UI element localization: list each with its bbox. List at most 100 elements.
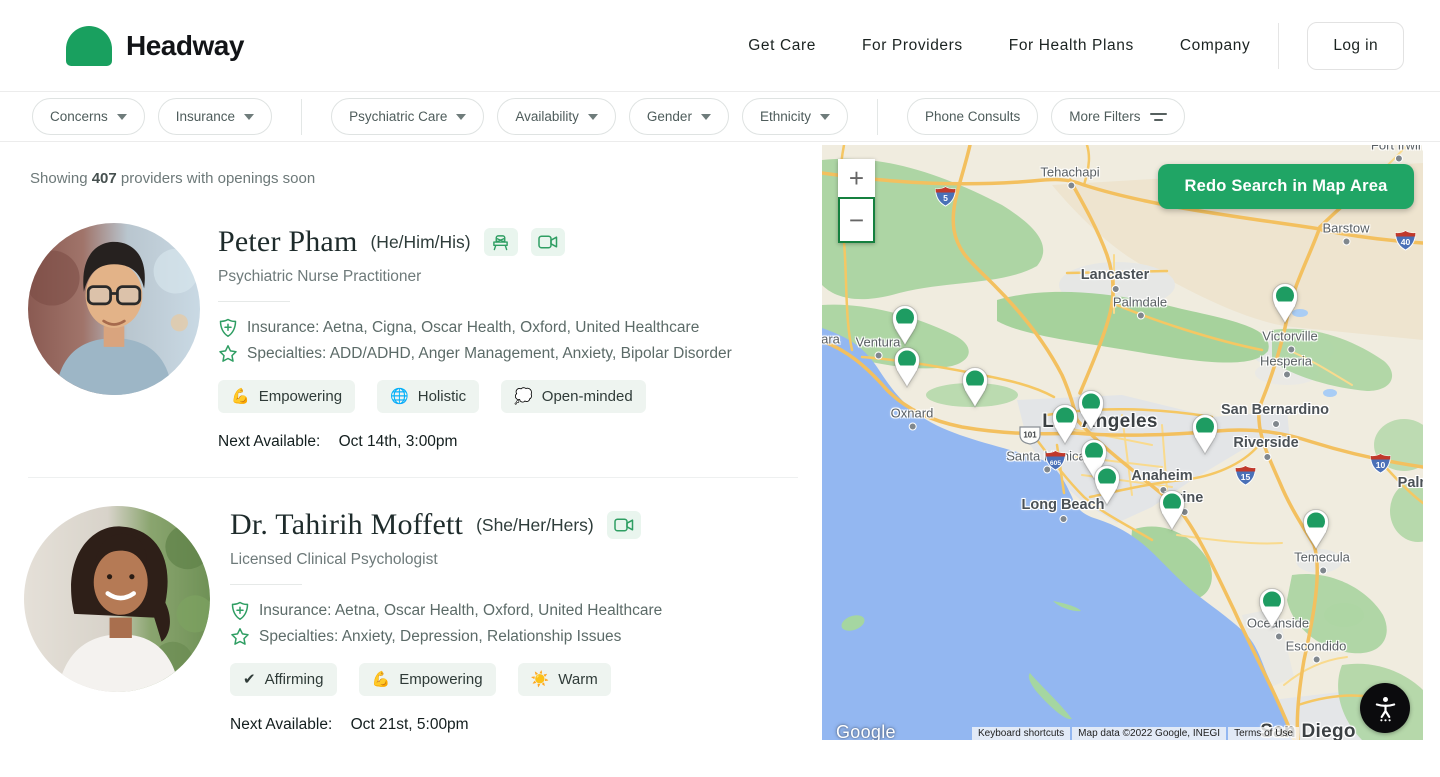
provider-avatar [24,506,210,692]
filter-label: Concerns [50,109,108,124]
svg-text:40: 40 [1401,237,1411,247]
filter-phone-consults[interactable]: Phone Consults [907,98,1038,135]
header-divider [1278,23,1279,69]
badge-label: Warm [558,671,597,688]
badge: 💪 Empowering [359,663,496,696]
map-label-escondido: Escondido [1286,639,1347,654]
map-pin[interactable] [890,345,924,394]
next-available-value: Oct 14th, 3:00pm [339,433,458,450]
insurance-list: Aetna, Oscar Health, Oxford, United Heal… [335,602,662,619]
map[interactable]: Fort IrwinTehachapiBarstowLancasterPalmd… [822,145,1423,740]
card-divider [28,477,798,478]
map-pin[interactable] [1268,281,1302,330]
filter-availability[interactable]: Availability [497,98,616,135]
nav-for-providers[interactable]: For Providers [862,37,963,55]
provider-name: Peter Pham [218,225,357,259]
map-pin[interactable] [1255,586,1289,635]
badge: ☀️ Warm [518,663,611,696]
login-button[interactable]: Log in [1307,22,1404,70]
star-icon [218,344,238,364]
insurance-row: Insurance: Aetna, Oscar Health, Oxford, … [230,601,662,621]
map-label-lancaster: Lancaster [1081,267,1150,283]
filter-psychiatric-care[interactable]: Psychiatric Care [331,98,484,135]
flex-biceps-emoji: 💪 [231,389,250,404]
insurance-label: Insurance: [259,602,331,619]
flex-biceps-emoji: 💪 [372,672,391,687]
map-attribution: Keyboard shortcuts Map data ©2022 Google… [972,727,1423,740]
map-label-santa-barbara: Santa Barbara [822,332,840,347]
badge-label: Affirming [265,671,324,688]
brand-name: Headway [126,30,244,62]
map-pin[interactable] [958,365,992,414]
svg-text:5: 5 [943,193,948,203]
redo-search-button[interactable]: Redo Search in Map Area [1158,164,1414,209]
filter-group-divider [301,99,302,135]
accessibility-person-icon [1372,695,1399,722]
next-available-value: Oct 21st, 5:00pm [351,716,469,733]
badge-label: Holistic [418,388,466,405]
svg-text:15: 15 [1241,472,1251,482]
insurance-label: Insurance: [247,319,319,336]
filter-more-filters[interactable]: More Filters [1051,98,1184,135]
interstate-10-shield: 10 [1369,453,1392,479]
sun-emoji: ☀️ [531,672,550,687]
provider-title: Psychiatric Nurse Practitioner [218,268,732,286]
provider-pronouns: (She/Her/Hers) [476,515,594,536]
map-label-palmdale: Palmdale [1113,295,1167,310]
headway-logo[interactable]: Headway [66,26,244,66]
nav-company[interactable]: Company [1180,37,1251,55]
map-label-palm-springs: Palm Springs [1398,475,1423,491]
video-session-icon [607,511,641,539]
map-pin[interactable] [1299,507,1333,556]
accessibility-button[interactable] [1360,683,1410,733]
keyboard-shortcuts-link[interactable]: Keyboard shortcuts [972,727,1070,740]
specialties-label: Specialties: [247,345,326,362]
map-pin[interactable] [1155,488,1189,537]
next-available-row: Next Available: Oct 21st, 5:00pm [230,716,662,734]
filter-ethnicity[interactable]: Ethnicity [742,98,848,135]
main-nav: Get Care For Providers For Health Plans … [748,37,1250,55]
map-label-riverside: Riverside [1233,435,1298,451]
filter-group-divider [877,99,878,135]
provider-card[interactable]: Dr. Tahirih Moffett (She/Her/Hers) Licen… [24,506,800,734]
interstate-5-shield: 5 [934,186,957,212]
shield-plus-icon [218,318,238,338]
nav-get-care[interactable]: Get Care [748,37,816,55]
chevron-down-icon [588,114,598,120]
filter-label: Psychiatric Care [349,109,447,124]
nav-for-health-plans[interactable]: For Health Plans [1009,37,1134,55]
map-label-anaheim: Anaheim [1131,468,1192,484]
filter-concerns[interactable]: Concerns [32,98,145,135]
filter-label: More Filters [1069,109,1140,124]
map-label-san-bernardino: San Bernardino [1221,402,1329,418]
chevron-down-icon [701,114,711,120]
provider-card[interactable]: Peter Pham (He/Him/His) [28,223,800,451]
map-zoom-out-button[interactable]: − [838,197,875,243]
header: Headway Get Care For Providers For Healt… [0,0,1440,92]
interstate-605-shield: 605 [1044,450,1067,476]
headway-logo-icon [66,26,112,66]
terms-link[interactable]: Terms of Use [1228,727,1299,740]
map-zoom-in-button[interactable]: + [838,159,875,197]
badge-label: Empowering [399,671,482,688]
video-session-icon [531,228,565,256]
provider-avatar [28,223,200,395]
filter-insurance[interactable]: Insurance [158,98,272,135]
map-pin[interactable] [1090,463,1124,512]
filter-label: Insurance [176,109,235,124]
badge: 💪Empowering [218,380,355,413]
filter-gender[interactable]: Gender [629,98,729,135]
badge: 🌐Holistic [377,380,479,413]
map-pin[interactable] [1188,412,1222,461]
interstate-40-shield: 40 [1394,230,1417,256]
next-available-row: Next Available: Oct 14th, 3:00pm [218,433,732,451]
map-label-tehachapi: Tehachapi [1040,165,1099,180]
provider-name: Dr. Tahirih Moffett [230,508,463,542]
insurance-row: Insurance: Aetna, Cigna, Oscar Health, O… [218,318,732,338]
specialties-label: Specialties: [259,628,338,645]
divider [230,584,302,585]
svg-text:101: 101 [1023,431,1037,440]
google-logo: Google [836,722,896,740]
map-label-barstow: Barstow [1323,221,1370,236]
in-person-session-icon [484,228,518,256]
